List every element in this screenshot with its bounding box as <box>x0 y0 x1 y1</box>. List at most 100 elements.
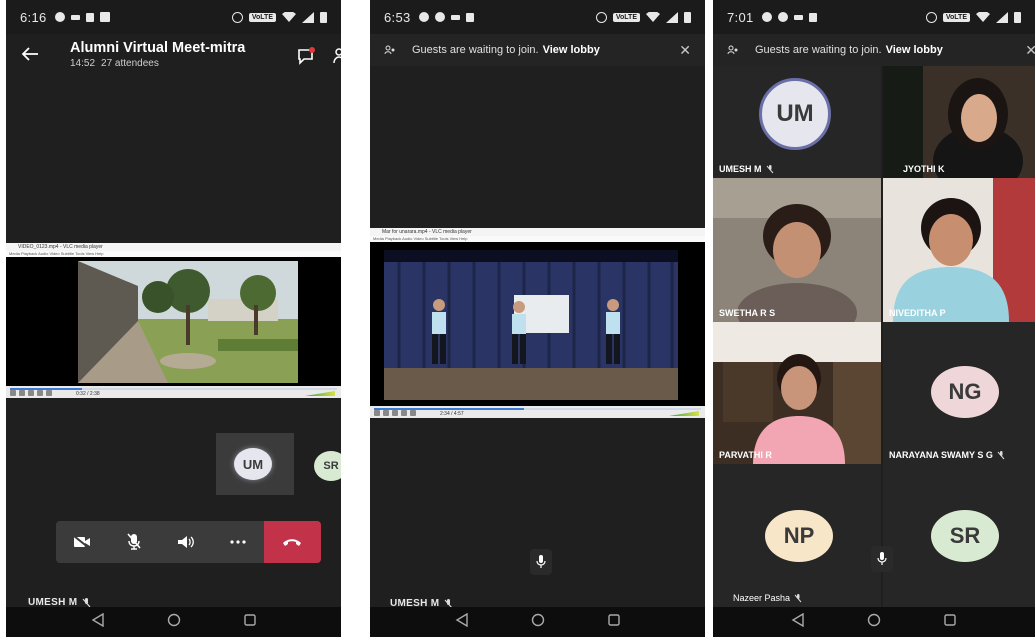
video-feed <box>713 178 881 322</box>
chat-icon[interactable] <box>296 46 316 71</box>
nav-recent-icon[interactable] <box>607 613 621 632</box>
avatar: SR <box>931 510 999 562</box>
phone-icon <box>465 12 474 22</box>
participant-tile[interactable]: NIVEDITHA P <box>883 178 1035 322</box>
speaker-button[interactable] <box>160 521 212 563</box>
participant-tile[interactable]: SR <box>883 464 1035 607</box>
participant-tile[interactable]: JYOTHI K <box>883 66 1035 178</box>
status-bar: 7:01 VoLTE <box>713 0 1035 34</box>
close-icon[interactable]: ✕ <box>679 42 691 59</box>
close-icon[interactable]: ✕ <box>1025 42 1035 59</box>
view-lobby-link[interactable]: View lobby <box>543 44 600 56</box>
add-people-icon[interactable] <box>332 46 341 71</box>
avatar: UM <box>234 448 272 480</box>
signal-icon <box>666 11 678 23</box>
vlc-controls[interactable]: 0:32 / 2:38 <box>6 386 341 398</box>
vlc-menu: Media Playback Audio Video Subtitle Tool… <box>6 251 341 257</box>
vlc-progress-bar[interactable] <box>374 408 701 410</box>
status-bar: 6:53 VoLTE <box>370 0 705 34</box>
video-feed <box>883 178 1035 322</box>
video-frame-campus <box>78 261 298 383</box>
video-feed <box>713 322 881 464</box>
mic-button[interactable] <box>530 549 552 575</box>
mic-icon <box>877 552 887 565</box>
hang-up-button[interactable] <box>263 521 321 563</box>
nav-home-icon[interactable] <box>167 613 181 632</box>
call-controls <box>56 521 321 563</box>
vlc-volume[interactable] <box>305 391 335 396</box>
notification-icons <box>54 12 110 22</box>
location-icon <box>434 12 445 22</box>
muted-mic-icon <box>997 450 1005 459</box>
missed-call-icon <box>793 14 803 20</box>
participant-tile[interactable]: SWETHA R S <box>713 178 881 322</box>
lobby-text: Guests are waiting to join. <box>412 44 539 56</box>
battery-icon <box>684 11 691 23</box>
lobby-banner[interactable]: Guests are waiting to join. View lobby ✕ <box>370 34 705 66</box>
vlc-progress-bar[interactable] <box>10 388 337 390</box>
meeting-subtitle: 14:52 27 attendees <box>70 58 159 69</box>
nav-back-icon[interactable] <box>91 612 105 632</box>
gallery-icon <box>99 12 110 22</box>
participant-tile[interactable]: NG NARAYANA SWAMY S G <box>883 322 1035 464</box>
nav-back-icon[interactable] <box>455 612 469 632</box>
vlc-time: 0:32 / 2:38 <box>76 391 100 397</box>
vlc-controls[interactable]: 2:34 / 4:57 <box>370 406 705 418</box>
back-arrow-icon[interactable] <box>20 44 40 69</box>
android-nav-bar <box>6 607 341 637</box>
avatar: NG <box>931 366 999 418</box>
participant-name: JYOTHI K <box>903 164 945 174</box>
android-nav-bar <box>713 607 1035 637</box>
guests-icon <box>384 45 395 55</box>
status-time: 6:16 <box>20 9 47 25</box>
wifi-icon <box>282 12 296 22</box>
meeting-title: Alumni Virtual Meet-mitra <box>70 40 246 56</box>
location-icon <box>418 12 429 22</box>
status-time: 6:53 <box>384 9 411 25</box>
vlc-volume[interactable] <box>669 411 699 416</box>
participant-name: NIVEDITHA P <box>889 308 946 318</box>
volte-badge: VoLTE <box>612 12 640 22</box>
lobby-banner[interactable]: Guests are waiting to join. View lobby ✕ <box>713 34 1035 66</box>
participant-tile[interactable]: NP Nazeer Pasha <box>713 464 881 607</box>
location-icon <box>54 12 65 22</box>
participant-name: SWETHA R S <box>719 308 776 318</box>
vlc-playback-buttons[interactable] <box>374 410 416 417</box>
battery-icon <box>1014 11 1021 23</box>
avatar: UM <box>759 78 831 150</box>
android-nav-bar <box>370 607 705 637</box>
signal-icon <box>996 11 1008 23</box>
status-time: 7:01 <box>727 9 754 25</box>
participant-tile-active[interactable]: UM <box>216 433 294 495</box>
avatar[interactable]: SR <box>314 451 341 481</box>
volte-badge: VoLTE <box>248 12 276 22</box>
missed-call-icon <box>450 14 460 20</box>
vlc-menu: Media Playback Audio Video Subtitle Tool… <box>370 236 705 242</box>
nav-recent-icon[interactable] <box>943 613 957 632</box>
phone-icon <box>85 12 94 22</box>
wifi-icon <box>976 12 990 22</box>
nav-recent-icon[interactable] <box>243 613 257 632</box>
guests-icon <box>727 45 738 55</box>
vlc-time: 2:34 / 4:57 <box>440 411 464 417</box>
nav-home-icon[interactable] <box>531 613 545 632</box>
location-icon <box>761 12 772 22</box>
shared-screen-vlc: VIDEO_0123.mp4 - VLC media player Media … <box>6 243 341 398</box>
participant-tile[interactable]: UM UMESH M <box>713 66 881 178</box>
camera-off-button[interactable] <box>56 521 108 563</box>
nav-back-icon[interactable] <box>791 612 805 632</box>
vlc-playback-buttons[interactable] <box>10 390 52 397</box>
mic-button[interactable] <box>871 546 893 572</box>
battery-icon <box>320 11 327 23</box>
mute-button[interactable] <box>108 521 160 563</box>
more-options-button[interactable] <box>212 521 264 563</box>
muted-mic-icon <box>82 597 91 607</box>
alarm-icon <box>231 11 243 23</box>
view-lobby-link[interactable]: View lobby <box>886 44 943 56</box>
nav-home-icon[interactable] <box>867 613 881 632</box>
vlc-title: Mar for unarara.mp4 - VLC media player <box>370 228 705 236</box>
participant-name: UMESH M <box>719 164 774 174</box>
participant-tile[interactable]: PARVATHI R <box>713 322 881 464</box>
notification-icons <box>761 12 817 22</box>
notification-icons <box>418 12 474 22</box>
